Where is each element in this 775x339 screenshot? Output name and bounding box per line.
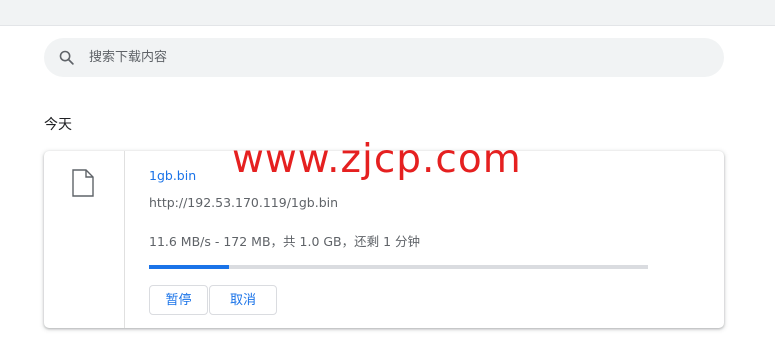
card-divider: [124, 151, 125, 328]
search-icon: [59, 50, 74, 65]
download-status-text: 11.6 MB/s - 172 MB，共 1.0 GB，还剩 1 分钟: [149, 234, 421, 249]
download-item-card: 1gb.bin http://192.53.170.119/1gb.bin 11…: [44, 151, 724, 328]
file-icon: [72, 169, 94, 197]
pause-button[interactable]: 暂停: [149, 285, 208, 315]
date-section-title: 今天: [44, 117, 72, 133]
file-url: http://192.53.170.119/1gb.bin: [149, 195, 339, 210]
top-toolbar: [0, 0, 775, 26]
search-bar[interactable]: 搜索下载内容: [44, 38, 724, 77]
search-input[interactable]: 搜索下载内容: [89, 38, 167, 77]
file-name-link[interactable]: 1gb.bin: [149, 168, 196, 183]
download-progress-bar: [149, 265, 648, 269]
cancel-button[interactable]: 取消: [209, 285, 277, 315]
download-progress-fill: [149, 265, 229, 269]
